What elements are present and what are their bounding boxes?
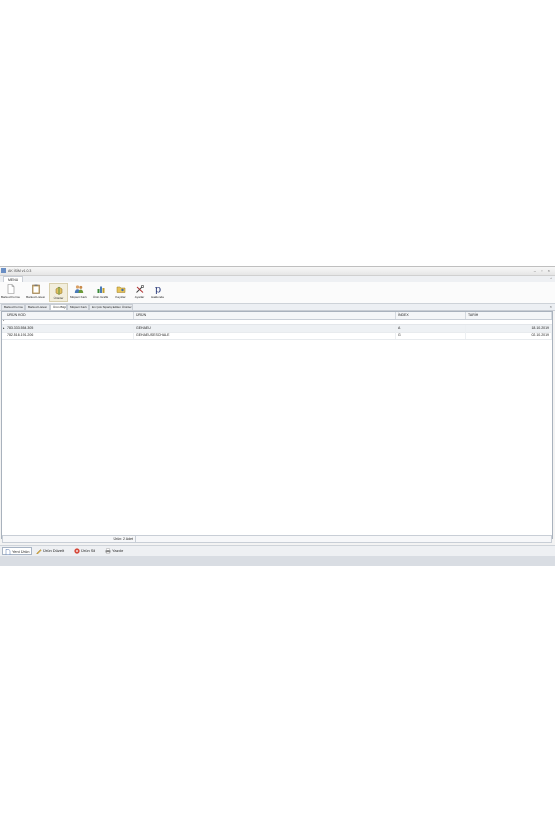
filter-row-icon: * [3, 319, 5, 323]
ribbon-button-urunler[interactable]: Ürünler [49, 283, 68, 302]
cell-tarih[interactable]: 02.10.2019 [466, 332, 552, 339]
edit-product-button[interactable]: Ürün Düzelt [34, 547, 66, 555]
tab-barkod-listesi[interactable]: Barkod Listesi [25, 304, 50, 310]
column-header-index[interactable]: İNDEX [396, 312, 466, 319]
status-strip [0, 556, 555, 566]
tab-urun-bilgi[interactable]: Ürün Bilgi [50, 304, 67, 310]
folder-icon [116, 286, 125, 293]
cell-urun-kod[interactable]: 782.516.191.206 [5, 332, 134, 339]
document-icon [7, 284, 14, 294]
ribbon-button-urun-grafik[interactable]: Ürün Grafik [91, 283, 110, 302]
ribbon-label: Kayıtlar [115, 295, 126, 299]
ribbon-button-hakkinda[interactable]: p Hakkında [148, 283, 167, 302]
column-header-urun-kod[interactable]: ÜRÜN KOD [5, 312, 134, 319]
ribbon-button-barkod-formu[interactable]: Barkod Formu [1, 283, 20, 302]
tab-barkod-formu[interactable]: Barkod Formu [1, 304, 25, 310]
window-title: AK İSİM v1.0.3 [8, 269, 32, 273]
printer-icon [105, 548, 111, 554]
column-header-tarih[interactable]: TARİH [466, 312, 552, 319]
print-button[interactable]: Yazdır [103, 547, 125, 555]
p-logo-icon: p [154, 285, 160, 295]
column-header-urun[interactable]: ÜRÜN [134, 312, 396, 319]
bottom-toolbar: Yeni Ürün Ürün Düzelt Ürün Sil Yazdır [0, 545, 555, 556]
window-controls[interactable]: – ▫ × [534, 267, 552, 275]
ribbon-label: Ürünler [53, 296, 64, 300]
close-tab-icon[interactable]: × [550, 304, 552, 310]
people-icon [74, 285, 83, 293]
clipboard-icon [31, 284, 40, 294]
ribbon-label: Barkod Listesi [26, 295, 45, 299]
ribbon-label: Müşteri Kartı [69, 295, 87, 299]
ribbon-label: Ayarlar [134, 295, 145, 299]
delete-product-label: Ürün Sil [81, 548, 96, 553]
document-tabs: Barkod Formu Barkod Listesi Ürün Bilgi M… [0, 304, 555, 311]
cell-index[interactable]: G [396, 332, 466, 339]
cell-urun[interactable]: GEHAEU [134, 325, 396, 332]
chart-icon [97, 286, 104, 293]
grid-footer: Ürün: 2 Adet [2, 535, 552, 543]
pencil-icon [36, 549, 42, 554]
box-icon [55, 286, 62, 295]
products-grid: ÜRÜN KOD ÜRÜN İNDEX TARİH * ▸ 783.333.55… [1, 311, 553, 539]
table-row[interactable]: 782.516.191.206 GEHAEUSESCHALE G 02.10.2… [2, 332, 552, 340]
product-count: Ürün: 2 Adet [4, 536, 136, 542]
new-product-label: Yeni Ürün [12, 549, 30, 554]
ribbon-label: Barkod Formu [1, 295, 21, 299]
delete-product-button[interactable]: Ürün Sil [72, 547, 97, 555]
print-label: Yazdır [112, 548, 124, 553]
ribbon-label: Hakkında [151, 295, 164, 299]
delete-icon [74, 548, 80, 554]
svg-text:p: p [154, 285, 160, 295]
new-document-icon [5, 548, 11, 555]
tab-en-cok-siparis[interactable]: En Çok Sipariş Edilen Ürünler [89, 304, 133, 310]
ribbon-label: Ürün Grafik [92, 295, 109, 299]
tools-icon [135, 284, 144, 293]
ribbon: Barkod Formu Barkod Listesi Ürünler Müşt… [0, 282, 555, 304]
app-icon [1, 268, 6, 273]
new-product-button[interactable]: Yeni Ürün [2, 547, 33, 555]
ribbon-button-musteri-karti[interactable]: Müşteri Kartı [69, 283, 88, 302]
cell-index[interactable]: A [396, 325, 466, 332]
title-bar: AK İSİM v1.0.3 – ▫ × [0, 267, 555, 276]
ribbon-button-ayarlar[interactable]: Ayarlar [130, 283, 149, 302]
application-window: AK İSİM v1.0.3 – ▫ × MENU ^ Barkod Formu… [0, 266, 555, 566]
tab-musteri-karti[interactable]: Müşteri Kartı [67, 304, 89, 310]
ribbon-button-kayitlar[interactable]: Kayıtlar [111, 283, 130, 302]
ribbon-button-barkod-listesi[interactable]: Barkod Listesi [26, 283, 45, 302]
edit-product-label: Ürün Düzelt [43, 548, 65, 553]
cell-urun-kod[interactable]: 783.333.554.305 [5, 325, 134, 332]
cell-urun[interactable]: GEHAEUSESCHALE [134, 332, 396, 339]
cell-tarih[interactable]: 18.10.2019 [466, 325, 552, 332]
